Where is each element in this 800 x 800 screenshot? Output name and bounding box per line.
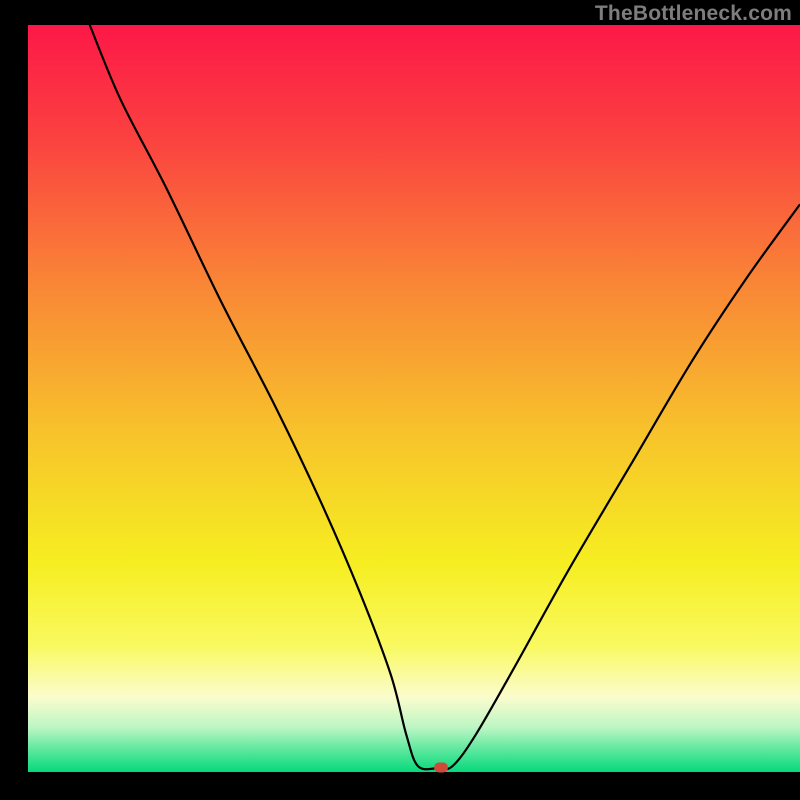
chart-frame: TheBottleneck.com (0, 0, 800, 800)
bottleneck-curve-chart (0, 0, 800, 800)
watermark-text: TheBottleneck.com (595, 2, 792, 26)
gradient-background (28, 25, 800, 772)
optimal-point-marker (434, 763, 448, 773)
